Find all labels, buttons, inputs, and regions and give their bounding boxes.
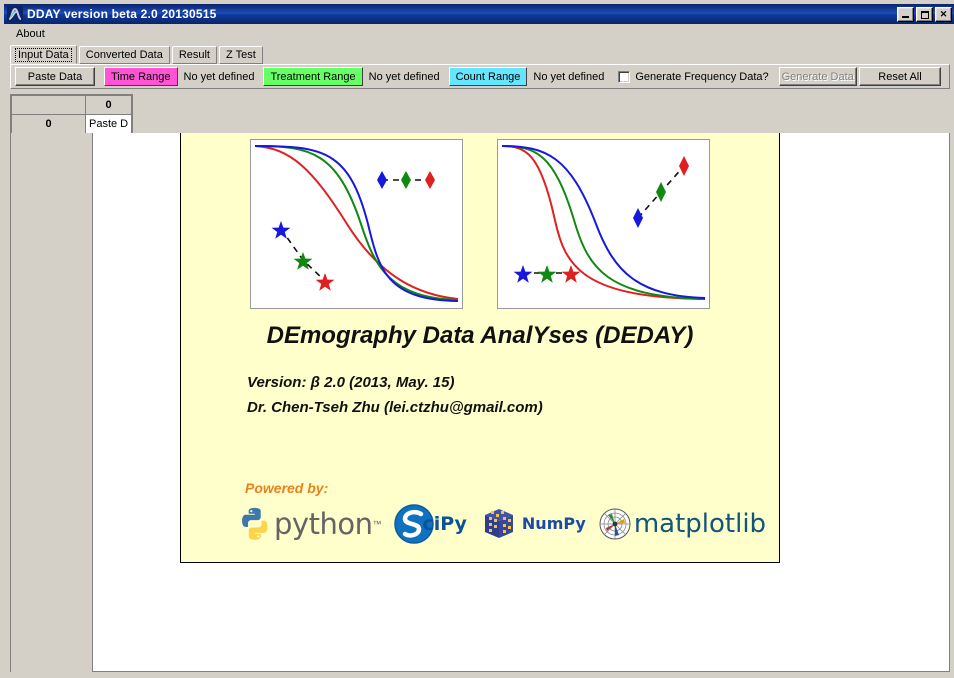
- input-data-grid[interactable]: 0 0 Paste D: [10, 94, 134, 135]
- scipy-logo-text: ciPy: [422, 512, 467, 535]
- tab-input-data-label: Input Data: [15, 47, 72, 62]
- powered-by-logos: python ™ ciPy NumPy matplotlib: [236, 500, 769, 548]
- menu-bar: About: [4, 24, 954, 43]
- application-window: DDAY version beta 2.0 20130515 ✕ About I…: [0, 0, 954, 678]
- generate-frequency-checkbox[interactable]: [618, 70, 631, 83]
- splash-thumbnail-plots: [181, 139, 779, 309]
- numpy-logo: NumPy: [479, 502, 586, 546]
- paste-data-button[interactable]: Paste Data: [15, 67, 95, 86]
- count-range-status: No yet defined: [533, 70, 605, 83]
- right-thumbnail-plot: [497, 139, 710, 309]
- matplotlib-logo: matplotlib: [598, 502, 766, 546]
- scipy-logo: ciPy: [393, 502, 467, 546]
- left-side-panel: [10, 133, 92, 672]
- tab-result[interactable]: Result: [171, 46, 217, 64]
- reset-all-button[interactable]: Reset All: [859, 67, 941, 86]
- window-controls: ✕: [897, 6, 952, 22]
- table-row: 0 Paste D: [11, 114, 133, 134]
- grid-row-header-0[interactable]: 0: [11, 114, 86, 134]
- tab-converted-data-label: Converted Data: [85, 49, 163, 61]
- treatment-range-status: No yet defined: [368, 70, 440, 83]
- matplotlib-logo-text: matplotlib: [633, 509, 767, 539]
- count-range-button[interactable]: Count Range: [448, 67, 528, 86]
- toolbar: Paste Data Time Range No yet defined Tre…: [10, 64, 950, 89]
- tab-input-data[interactable]: Input Data: [10, 45, 77, 64]
- grid-column-header-0[interactable]: 0: [84, 95, 133, 115]
- grid-cell-0-0[interactable]: Paste D: [84, 114, 133, 134]
- matplotlib-icon: [599, 508, 631, 540]
- app-curve-icon: [7, 6, 23, 22]
- python-logo-text: python: [274, 506, 373, 541]
- minimize-button[interactable]: [897, 6, 914, 22]
- splash-version: Version: β 2.0 (2013, May. 15): [247, 374, 455, 391]
- tab-z-test[interactable]: Z Test: [219, 46, 263, 64]
- generate-frequency-checkbox-group[interactable]: Generate Frequency Data?: [618, 70, 769, 83]
- splash-panel: DEmography Data AnalYses (DEDAY) Version…: [180, 133, 780, 563]
- close-icon: ✕: [939, 8, 948, 19]
- left-thumbnail-plot: [250, 139, 463, 309]
- table-row: 0: [11, 95, 133, 115]
- tab-strip: Input Data Converted Data Result Z Test: [10, 45, 950, 64]
- splash-author: Dr. Chen-Tseh Zhu (lei.ctzhu@gmail.com): [247, 399, 543, 416]
- python-trademark: ™: [372, 519, 382, 529]
- numpy-icon: [484, 509, 513, 538]
- python-logo: python ™: [236, 502, 381, 546]
- tab-z-test-label: Z Test: [226, 49, 256, 61]
- powered-by-label: Powered by:: [245, 480, 329, 496]
- generate-frequency-label: Generate Frequency Data?: [635, 70, 769, 83]
- grid-corner-cell[interactable]: [11, 95, 86, 115]
- python-icon: [242, 507, 268, 540]
- window-title: DDAY version beta 2.0 20130515: [27, 7, 217, 21]
- close-button[interactable]: ✕: [935, 6, 952, 22]
- time-range-button[interactable]: Time Range: [104, 67, 178, 86]
- maximize-button[interactable]: [916, 6, 933, 22]
- generate-data-button[interactable]: Generate Data: [778, 67, 857, 86]
- menu-item-about[interactable]: About: [12, 27, 49, 41]
- splash-title: DEmography Data AnalYses (DEDAY): [266, 322, 694, 349]
- tab-result-label: Result: [178, 49, 210, 61]
- title-bar: DDAY version beta 2.0 20130515 ✕: [4, 4, 954, 24]
- treatment-range-button[interactable]: Treatment Range: [263, 67, 363, 86]
- input-data-client-area: DEmography Data AnalYses (DEDAY) Version…: [92, 133, 950, 672]
- tab-converted-data[interactable]: Converted Data: [78, 46, 170, 64]
- time-range-status: No yet defined: [183, 70, 255, 83]
- numpy-logo-text: NumPy: [521, 514, 586, 533]
